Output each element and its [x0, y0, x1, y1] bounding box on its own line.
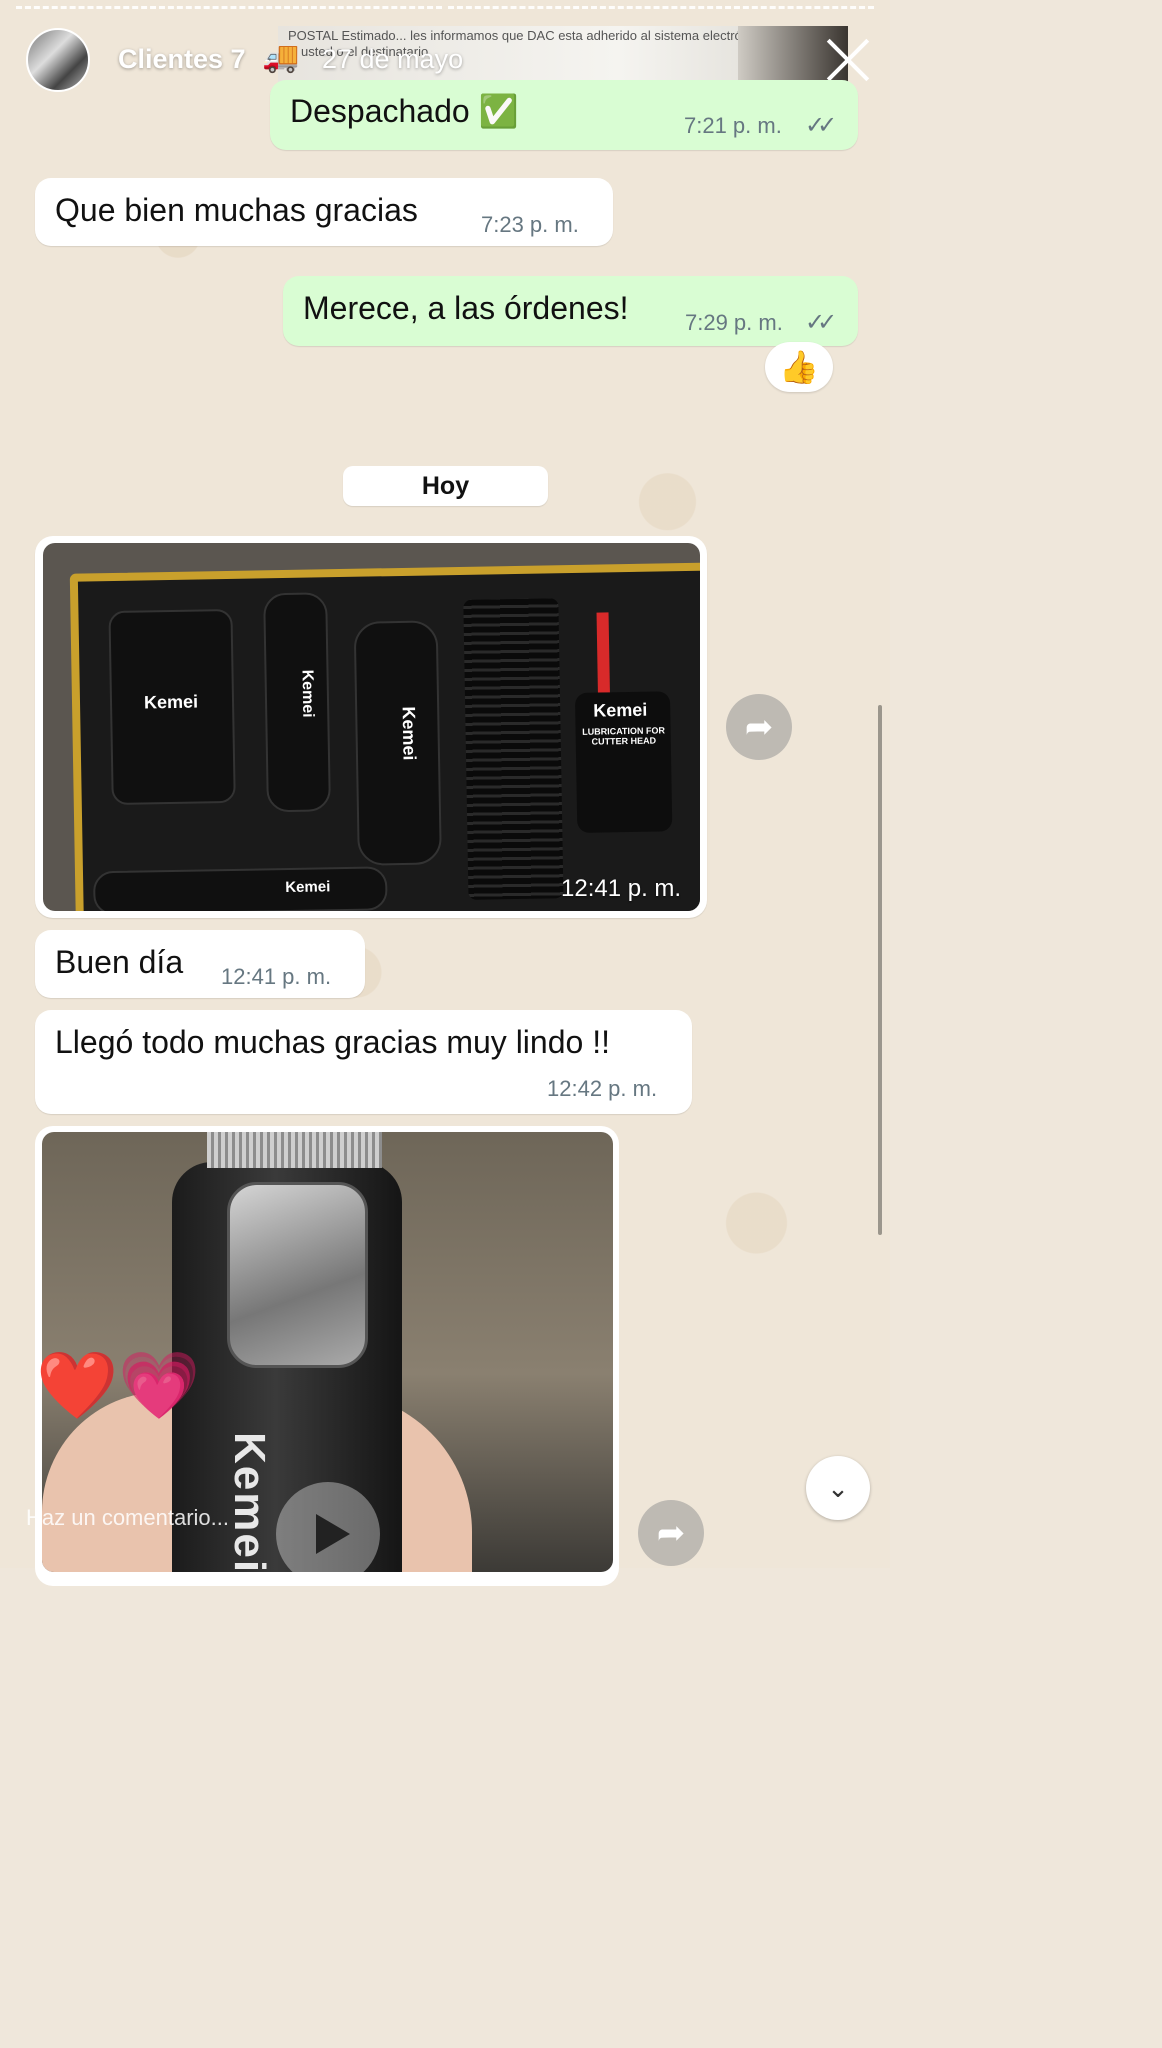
bottle-nozzle	[596, 612, 610, 693]
brand-label: Kemei	[225, 1432, 274, 1572]
message-time: 7:29 p. m.	[685, 310, 783, 335]
message-text: Llegó todo muchas gracias muy lindo !!	[55, 1024, 610, 1060]
close-icon[interactable]	[824, 36, 872, 84]
message-time: 12:41 p. m.	[221, 964, 332, 989]
trimmer-device: Kemei	[263, 592, 331, 813]
scrollbar[interactable]	[878, 705, 882, 1235]
read-receipt-icon: ✓✓	[805, 309, 837, 336]
brand-label: Kemei	[143, 691, 199, 713]
message-time: 7:23 p. m.	[481, 212, 579, 237]
brand-label: Kemei	[285, 878, 331, 897]
message-bubble-outgoing[interactable]: Despachado ✅ 7:21 p. m. ✓✓	[270, 80, 858, 150]
story-date: 27 de mayo	[322, 44, 464, 74]
message-time: 7:21 p. m.	[684, 113, 782, 138]
message-time: 12:42 p. m.	[547, 1076, 658, 1101]
read-receipt-icon: ✓✓	[805, 112, 837, 139]
trimmer-window	[227, 1182, 368, 1368]
lubrication-bottle: Kemei LUBRICATION FOR CUTTER HEAD	[574, 691, 673, 833]
product-box: Kemei Kemei Kemei Kemei LUBRICATION FOR …	[69, 562, 700, 911]
message-text: Buen día	[55, 944, 184, 980]
message-bubble-incoming[interactable]: Buen día 12:41 p. m.	[35, 930, 365, 998]
comb-brush: Kemei	[92, 866, 388, 911]
message-bubble-incoming[interactable]: Que bien muchas gracias 7:23 p. m.	[35, 178, 613, 246]
brand-label: Kemei	[398, 706, 420, 761]
truck-emoji: 🚚	[262, 41, 300, 74]
shaver-device: Kemei	[108, 608, 236, 806]
message-bubble-incoming[interactable]: Llegó todo muchas gracias muy lindo !! 1…	[35, 1010, 692, 1114]
thumbs-up-reaction-icon[interactable]: 👍	[765, 342, 833, 392]
brand-label: Kemei	[298, 669, 317, 718]
message-bubble-outgoing[interactable]: Merece, a las órdenes! 7:29 p. m. ✓✓	[283, 276, 858, 346]
hearts-reaction-icon: ❤️💗	[36, 1348, 201, 1422]
trimmer-blade	[207, 1132, 382, 1168]
clipper-device: Kemei	[353, 620, 442, 866]
bottle-label: LUBRICATION FOR CUTTER HEAD	[582, 725, 666, 747]
brand-label: Kemei	[593, 699, 648, 721]
message-text: Merece, a las órdenes!	[303, 290, 629, 326]
message-text: Despachado ✅	[290, 93, 519, 129]
comment-input[interactable]: Haz un comentario...	[26, 1505, 229, 1531]
play-icon[interactable]	[276, 1482, 380, 1586]
message-text: Que bien muchas gracias	[55, 192, 418, 228]
forward-icon[interactable]: ➦	[726, 694, 792, 760]
forward-icon[interactable]: ➦	[638, 1500, 704, 1566]
guide-combs	[463, 598, 564, 900]
chevron-down-icon[interactable]: ⌄	[806, 1456, 870, 1520]
date-divider: Hoy	[343, 466, 548, 506]
story-author-name[interactable]: Clientes 7	[118, 44, 246, 75]
message-time: 12:41 p. m.	[561, 875, 682, 902]
kemei-kit-photo[interactable]: Kemei Kemei Kemei Kemei LUBRICATION FOR …	[43, 543, 700, 911]
story-progress-bar	[16, 6, 874, 10]
avatar[interactable]	[26, 28, 90, 92]
